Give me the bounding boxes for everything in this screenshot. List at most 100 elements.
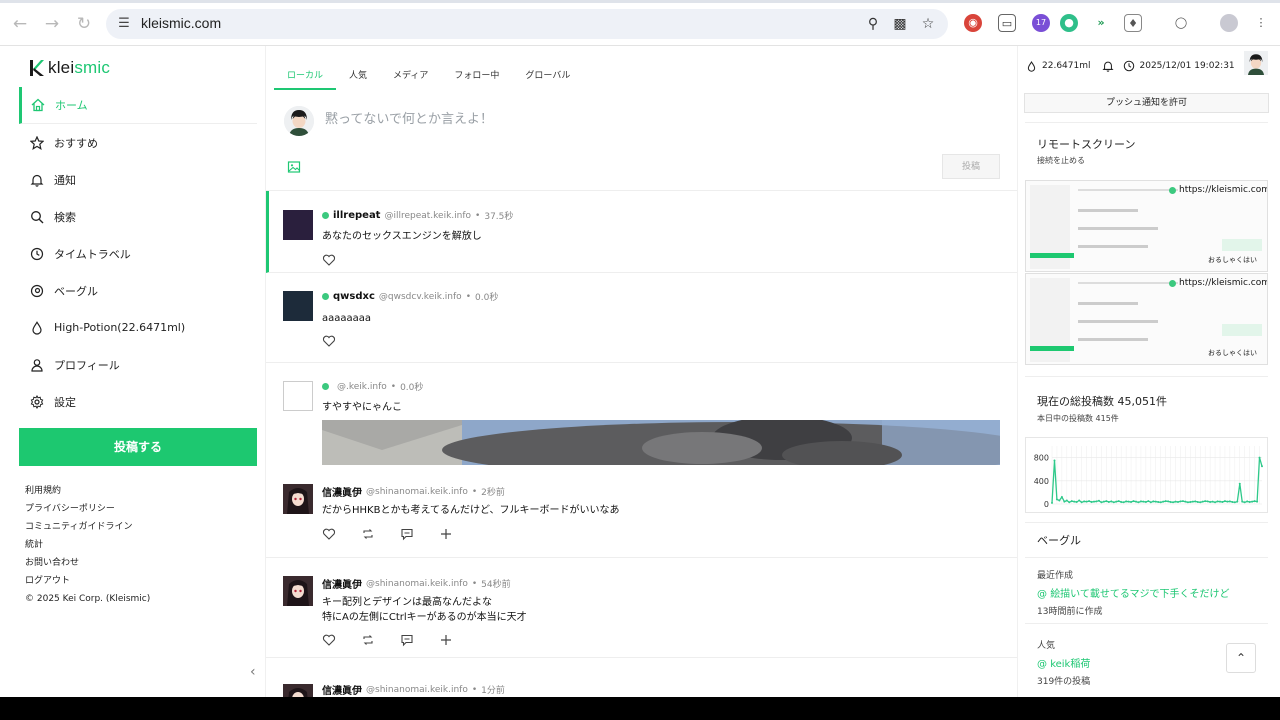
post-handle[interactable]: @.keik.info xyxy=(337,382,387,392)
remote-screen-preview[interactable]: https://kleismic.com/ おるしゃくはい xyxy=(1025,180,1268,272)
nav-settings[interactable]: 設定 xyxy=(19,383,257,420)
tab-media[interactable]: メディア xyxy=(380,64,441,90)
tab-popular[interactable]: 人気 xyxy=(336,64,380,90)
plus-icon[interactable] xyxy=(439,633,453,647)
nav-time-travel[interactable]: タイムトラベル xyxy=(19,235,257,272)
contact-link[interactable]: お問い合わせ xyxy=(25,554,150,572)
chart-point xyxy=(1132,500,1135,503)
post-author[interactable]: 信濃眞伊 xyxy=(322,484,362,499)
tab-local[interactable]: ローカル xyxy=(274,64,337,90)
submit-post-button[interactable]: 投稿 xyxy=(942,154,1000,179)
post-time[interactable]: 0.0秒 xyxy=(400,380,423,393)
avatar[interactable] xyxy=(283,576,313,606)
recent-bagel-link[interactable]: @ 絵描いて載せてるマジで下手くそだけど xyxy=(1037,585,1230,600)
cat-photo[interactable] xyxy=(322,420,1000,465)
post-author[interactable]: 信濃眞伊 xyxy=(322,576,362,591)
allow-push-button[interactable]: プッシュ通知を許可 xyxy=(1024,93,1269,113)
screen-capture-icon[interactable]: ◯ xyxy=(1172,14,1190,32)
compose-post-button[interactable]: 投稿する xyxy=(19,428,257,466)
popular-bagel-title[interactable]: keik稲荷 xyxy=(1050,659,1090,670)
extension-screen-icon[interactable]: ▭ xyxy=(998,14,1016,32)
privacy-link[interactable]: プライバシーポリシー xyxy=(25,500,150,518)
logo-text-prefix: klei xyxy=(48,58,75,77)
recent-bagel-title[interactable]: 絵描いて載せてるマジで下手くそだけど xyxy=(1050,589,1229,600)
post-time[interactable]: 37.5秒 xyxy=(484,209,513,222)
post-author[interactable]: qwsdxc xyxy=(333,291,375,302)
post-handle[interactable]: @illrepeat.keik.info xyxy=(384,211,471,221)
install-app-icon[interactable]: ▩ xyxy=(890,14,910,34)
heart-icon[interactable] xyxy=(322,334,336,348)
reply-icon[interactable] xyxy=(400,527,414,541)
online-indicator xyxy=(1169,279,1176,287)
avatar[interactable] xyxy=(1244,51,1268,75)
heart-icon[interactable] xyxy=(322,253,336,267)
extensions-puzzle-icon[interactable]: ♦ xyxy=(1124,14,1142,32)
avatar[interactable] xyxy=(283,484,313,514)
reply-icon[interactable] xyxy=(400,633,414,647)
terms-link[interactable]: 利用規約 xyxy=(25,482,150,500)
nav-home[interactable]: ホーム xyxy=(19,87,257,124)
disconnect-link[interactable]: 接続を止める xyxy=(1037,155,1085,166)
tab-following[interactable]: フォロー中 xyxy=(441,64,512,90)
post-handle[interactable]: @qwsdcv.keik.info xyxy=(379,292,462,302)
app-logo[interactable]: kleismic xyxy=(30,58,110,78)
extension-green-icon[interactable]: ● xyxy=(1060,14,1078,32)
zoom-icon[interactable]: ⚲ xyxy=(863,14,883,34)
post-author[interactable]: illrepeat xyxy=(333,210,380,221)
remote-screen-preview[interactable]: https://kleismic.com/ おるしゃくはい xyxy=(1025,273,1268,365)
nav-recommended[interactable]: おすすめ xyxy=(19,124,257,161)
chart-point xyxy=(1157,500,1160,503)
post-handle[interactable]: @shinanomai.keik.info xyxy=(366,579,468,589)
potion-amount[interactable]: 22.6471ml xyxy=(1042,61,1091,71)
chart-point xyxy=(1216,500,1219,503)
avatar[interactable] xyxy=(283,210,313,240)
image-attach-icon[interactable] xyxy=(287,160,301,174)
tab-global[interactable]: グローバル xyxy=(512,64,583,90)
stats-link[interactable]: 統計 xyxy=(25,536,150,554)
repost-icon[interactable] xyxy=(361,527,375,541)
collapse-sidebar-icon[interactable]: ‹ xyxy=(250,664,256,680)
reload-icon[interactable]: ↻ xyxy=(72,12,96,36)
heart-icon[interactable] xyxy=(322,527,336,541)
address-bar[interactable]: ☰ kleismic.com ⚲ ▩ ☆ xyxy=(106,9,948,39)
post-time[interactable]: 2秒前 xyxy=(481,485,505,498)
bookmark-star-icon[interactable]: ☆ xyxy=(918,14,938,34)
post-time[interactable]: 54秒前 xyxy=(481,577,510,590)
nav-profile[interactable]: プロフィール xyxy=(19,346,257,383)
browser-menu-icon[interactable]: ⋮ xyxy=(1252,14,1270,32)
post-handle[interactable]: @shinanomai.keik.info xyxy=(366,685,468,695)
heart-icon[interactable] xyxy=(322,633,336,647)
post-time[interactable]: 1分前 xyxy=(481,683,505,696)
nav-bagel[interactable]: ベーグル xyxy=(19,272,257,309)
extension-badge-icon[interactable]: 17 xyxy=(1032,14,1050,32)
back-arrow-icon[interactable]: ← xyxy=(8,12,32,36)
scroll-to-top-button[interactable]: ⌃ xyxy=(1226,643,1256,673)
compose-input[interactable]: 黙ってないで何とか言えよ！ xyxy=(325,108,493,127)
avatar[interactable] xyxy=(283,684,313,697)
url-text[interactable]: kleismic.com xyxy=(141,15,221,31)
post-handle[interactable]: @shinanomai.keik.info xyxy=(366,487,468,497)
nav-notifications[interactable]: 通知 xyxy=(19,161,257,198)
avatar[interactable] xyxy=(283,291,313,321)
extension-shield-icon[interactable]: ◉ xyxy=(964,14,982,32)
forward-arrow-icon[interactable]: → xyxy=(40,12,64,36)
remote-user: おるしゃくはい xyxy=(1208,349,1257,357)
extension-chevron-icon[interactable]: » xyxy=(1092,14,1110,32)
plus-icon[interactable] xyxy=(439,527,453,541)
repost-icon[interactable] xyxy=(361,633,375,647)
site-settings-icon[interactable]: ☰ xyxy=(115,15,133,33)
nav-high-potion[interactable]: High-Potion(22.6471ml) xyxy=(19,309,257,346)
post-actions xyxy=(322,527,453,541)
post-time[interactable]: 0.0秒 xyxy=(475,290,498,303)
bell-icon[interactable] xyxy=(1101,60,1114,72)
clock-icon[interactable] xyxy=(1123,60,1135,72)
chart-y-tick: 400 xyxy=(1034,477,1049,486)
guidelines-link[interactable]: コミュニティガイドライン xyxy=(25,518,150,536)
logout-link[interactable]: ログアウト xyxy=(25,572,150,590)
nav-search[interactable]: 検索 xyxy=(19,198,257,235)
profile-avatar-icon[interactable] xyxy=(1220,14,1238,32)
broken-avatar-image[interactable] xyxy=(283,381,313,411)
post-author[interactable]: 信濃眞伊 xyxy=(322,682,362,697)
popular-bagel-link[interactable]: @ keik稲荷 xyxy=(1037,655,1090,670)
meta-separator: • xyxy=(471,486,478,497)
